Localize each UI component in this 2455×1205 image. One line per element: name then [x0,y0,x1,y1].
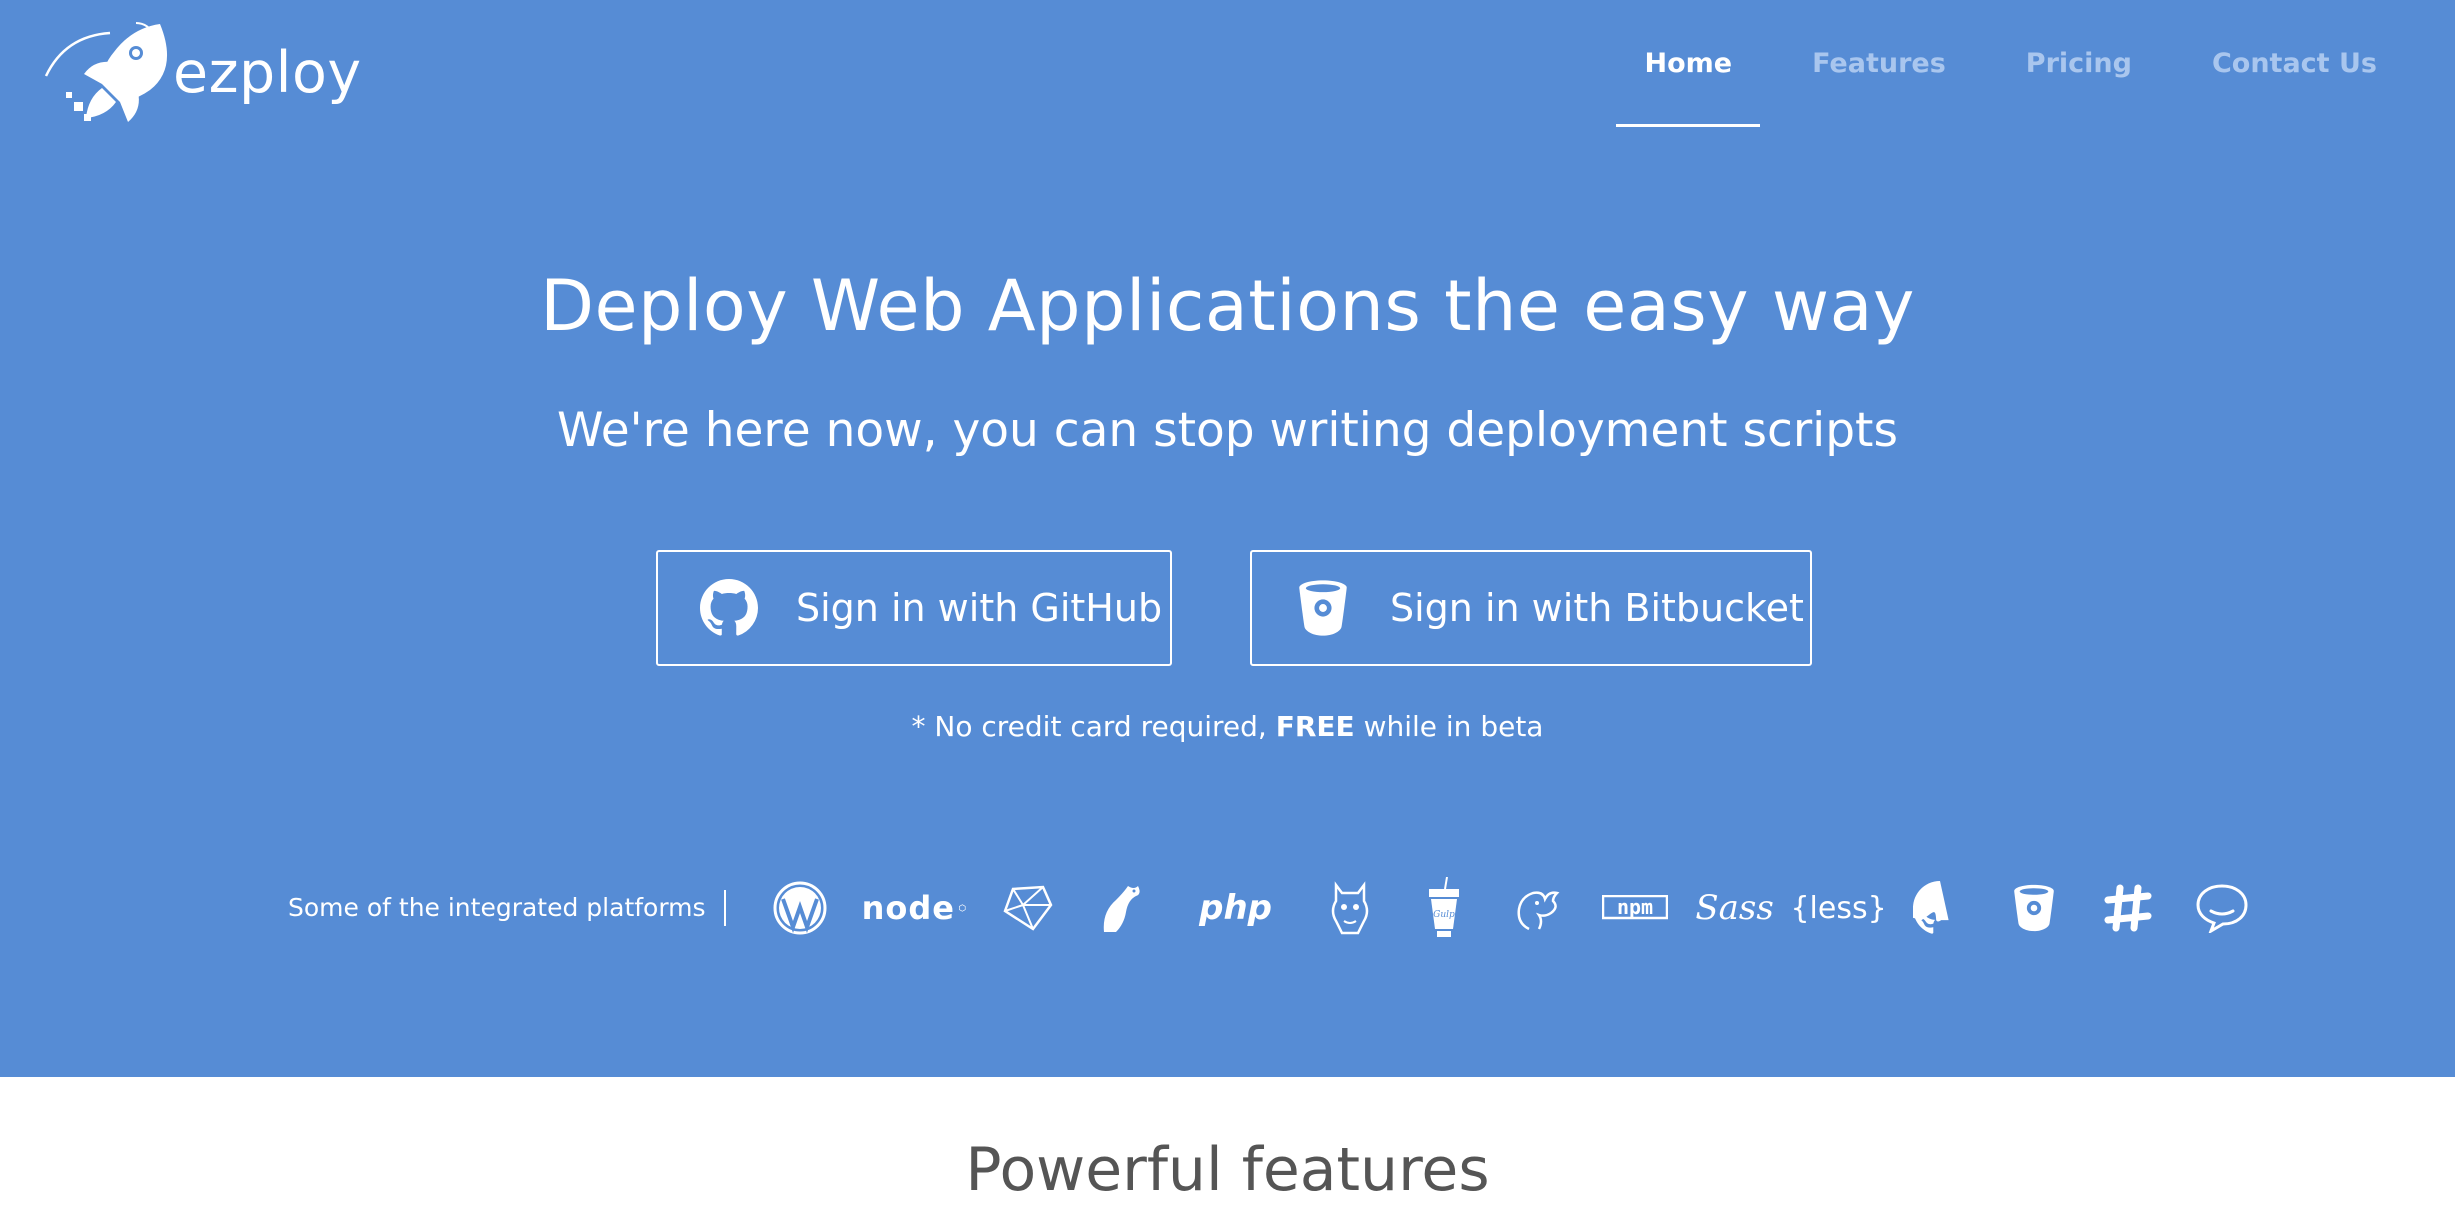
sass-icon: Sass [1695,878,1773,938]
hipchat-icon [2190,878,2254,938]
npm-text: npm [1617,895,1653,919]
platforms-label: Some of the integrated platforms [288,890,726,926]
hero-subtitle: We're here now, you can stop writing dep… [557,403,1898,458]
less-text: {less} [1790,890,1887,926]
integrated-platforms: Some of the integrated platforms node ph… [288,870,2284,946]
nav-home[interactable]: Home [1616,0,1760,127]
main-nav: Home Features Pricing Contact Us [1592,0,2405,127]
bitbucket-signin-label: Sign in with Bitbucket [1390,586,1804,630]
beta-note-prefix: * No credit card required, [911,710,1276,743]
slack-icon [2096,878,2160,938]
github-signin-button[interactable]: Sign in with GitHub [656,550,1172,666]
gulp-icon: Gulp [1412,877,1476,938]
github-icon [700,579,758,636]
hero-title: Deploy Web Applications the easy way [540,265,1915,347]
beta-note-suffix: while in beta [1354,710,1544,743]
brand-logo[interactable]: ezploy [40,18,362,128]
brand-name: ezploy [173,40,362,106]
sass-text: Sass [1695,888,1774,928]
php-text: php [1199,888,1272,928]
less-icon: {less} [1790,878,1886,938]
features-title: Powerful features [965,1135,1490,1205]
mysql-icon [1506,878,1570,938]
hero-section: ezploy Home Features Pricing Contact Us … [0,0,2455,1077]
php-icon: php [1184,878,1288,938]
nodejs-text: node [861,889,955,927]
beta-note-free: FREE [1275,710,1355,743]
wordpress-icon [768,878,832,938]
nav-contact-us[interactable]: Contact Us [2184,0,2405,127]
npm-icon: npm [1600,878,1670,938]
laravel-icon [1090,878,1154,938]
rocket-icon [44,22,168,122]
nav-features[interactable]: Features [1784,0,1974,127]
ruby-icon [996,878,1060,938]
nodejs-icon: node [862,878,966,938]
github-signin-label: Sign in with GitHub [796,586,1163,630]
bitbucket-icon [2002,878,2066,938]
nav-pricing[interactable]: Pricing [1998,0,2160,127]
github-icon [1908,878,1972,938]
grunt-icon [1318,878,1382,938]
beta-note: * No credit card required, FREE while in… [0,710,2455,743]
bitbucket-signin-button[interactable]: Sign in with Bitbucket [1250,550,1812,666]
svg-text:Gulp: Gulp [1433,910,1455,920]
bitbucket-icon [1299,580,1347,636]
